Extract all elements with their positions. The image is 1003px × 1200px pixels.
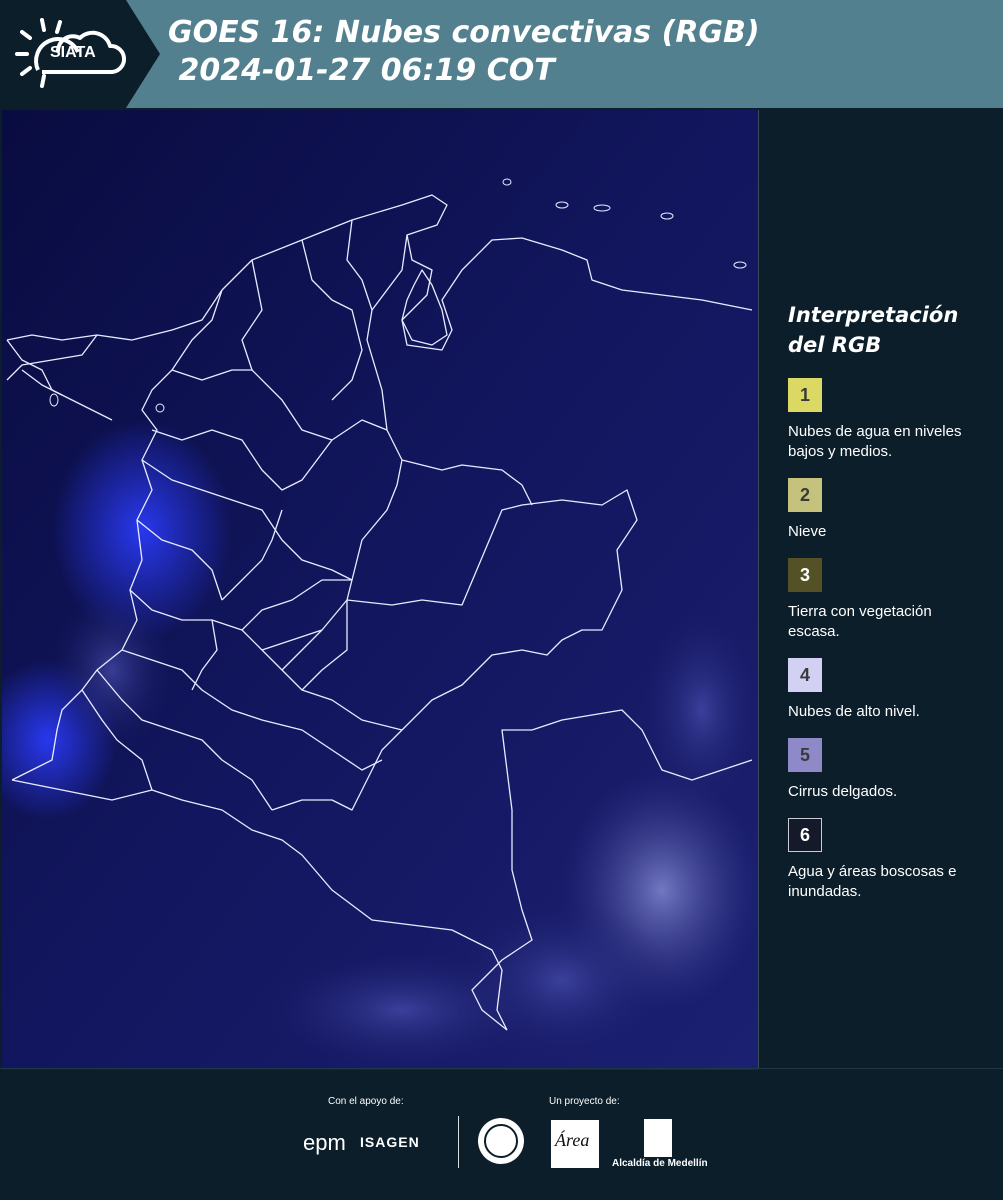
legend-panel: Interpretación del RGB 1 Nubes de agua en… xyxy=(788,300,998,918)
legend-title: Interpretación del RGB xyxy=(788,303,959,357)
project-label: Un proyecto de: xyxy=(549,1096,620,1107)
satellite-map xyxy=(2,110,758,1070)
page-title: GOES 16: Nubes convectivas (RGB) 2024-01… xyxy=(168,15,760,88)
header-bar: SIATA GOES 16: Nubes convectivas (RGB) 2… xyxy=(0,0,1003,108)
legend-item: 6 Agua y áreas boscosas e inundadas. xyxy=(788,818,998,902)
support-label: Con el apoyo de: xyxy=(328,1096,404,1107)
footer-divider xyxy=(0,1068,1003,1069)
siata-logo: SIATA xyxy=(0,0,160,108)
legend-label: Cirrus delgados. xyxy=(788,783,898,800)
medellin-seal-logo xyxy=(478,1118,524,1164)
legend-swatch: 2 xyxy=(788,478,822,512)
logo-text: SIATA xyxy=(50,44,96,61)
legend-swatch: 5 xyxy=(788,738,822,772)
area-metropolitana-logo: Área xyxy=(551,1120,599,1168)
legend-swatch: 4 xyxy=(788,658,822,692)
legend-item: 5 Cirrus delgados. xyxy=(788,738,998,802)
legend-item: 1 Nubes de agua en niveles bajos y medios… xyxy=(788,378,998,462)
legend-swatch: 3 xyxy=(788,558,822,592)
epm-logo: epm xyxy=(303,1130,346,1155)
isagen-logo: ISAGEN xyxy=(360,1134,420,1150)
legend-item: 4 Nubes de alto nivel. xyxy=(788,658,998,722)
map-border xyxy=(758,110,777,1068)
legend-label: Nubes de agua en niveles bajos y medios. xyxy=(788,423,962,460)
legend-swatch: 1 xyxy=(788,378,822,412)
logo-divider xyxy=(458,1116,459,1168)
legend-label: Nieve xyxy=(788,523,827,540)
alcaldia-shield-icon xyxy=(644,1119,672,1157)
legend-swatch: 6 xyxy=(788,818,822,852)
alcaldia-logo-text: Alcaldía de Medellín xyxy=(612,1158,708,1169)
legend-label: Agua y áreas boscosas e inundadas. xyxy=(788,863,957,900)
legend-list: 1 Nubes de agua en niveles bajos y medios… xyxy=(788,378,998,902)
satellite-image xyxy=(2,110,758,1070)
legend-item: 3 Tierra con vegetación escasa. xyxy=(788,558,998,642)
legend-label: Tierra con vegetación escasa. xyxy=(788,603,932,640)
legend-label: Nubes de alto nivel. xyxy=(788,703,920,720)
legend-item: 2 Nieve xyxy=(788,478,998,542)
